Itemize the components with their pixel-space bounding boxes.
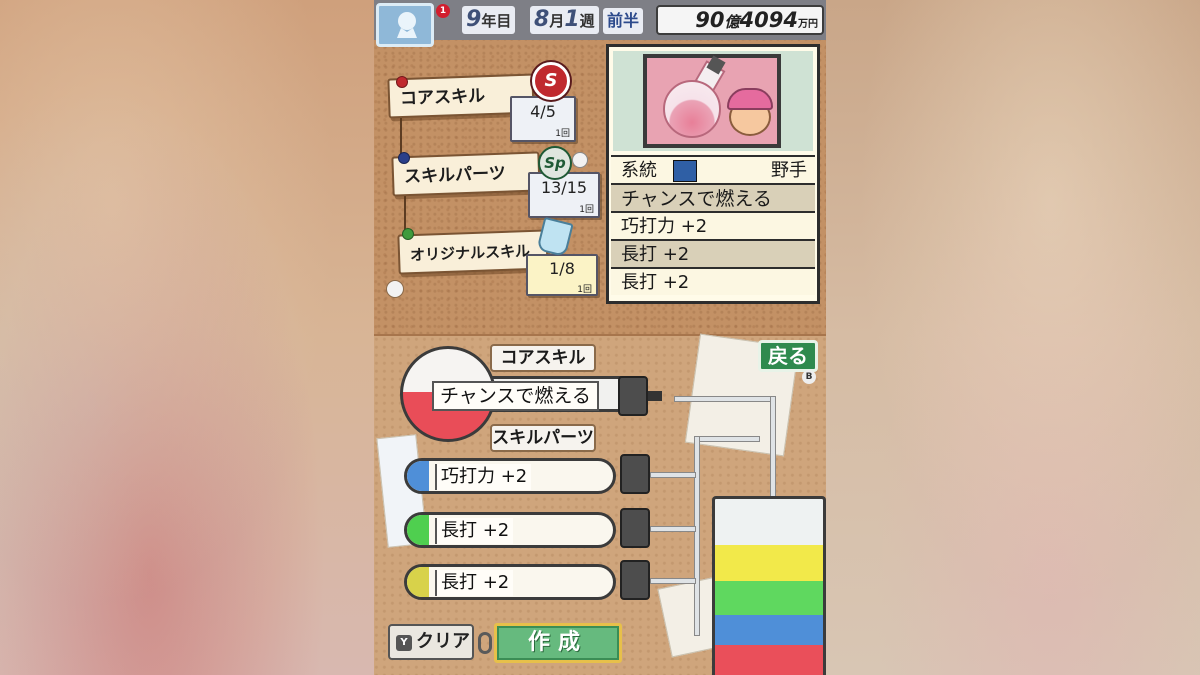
skill-detail-panel: 系統 野手 チャンスで燃える 巧打力 +2 長打 +2 長打 +2	[606, 44, 820, 304]
skill-illustration-frame	[613, 51, 813, 151]
pipe	[650, 578, 696, 584]
core-skill-section-label: コアスキル	[490, 344, 596, 372]
pipe	[674, 396, 774, 402]
blurred-background-left	[0, 0, 374, 675]
detail-row-part-3: 長打 +2	[611, 267, 815, 295]
detail-row-part-2: 長打 +2	[611, 239, 815, 267]
detail-row-part-1: 巧打力 +2	[611, 211, 815, 239]
pipe	[770, 396, 776, 502]
mixing-beaker	[712, 496, 826, 675]
money-display: 90 億 4094 万円	[656, 5, 824, 35]
potion-flask-icon	[663, 80, 721, 138]
beaker-layer-red	[715, 645, 823, 675]
sp-badge-icon: Sp	[538, 146, 572, 180]
back-button[interactable]: 戻る	[758, 340, 818, 372]
ghost-player-icon	[397, 12, 417, 38]
b-key-badge: B	[802, 370, 816, 384]
clear-button[interactable]: Y クリア	[388, 624, 474, 660]
skill-illustration	[643, 54, 781, 148]
month-week-display: 8月1週	[530, 6, 599, 34]
blurred-background-right	[826, 0, 1200, 675]
pipe	[694, 436, 760, 442]
baseball-icon	[386, 280, 404, 298]
tube-fill	[407, 515, 429, 545]
lineage-row: 系統 野手	[611, 155, 815, 183]
blue-pin-icon	[398, 152, 410, 164]
plug-tip	[648, 391, 662, 401]
y-key-badge: Y	[396, 635, 412, 651]
s-cap-icon: S	[532, 62, 570, 100]
skill-part-tube-1[interactable]: 巧打力 +2	[404, 458, 616, 494]
red-pin-icon	[396, 76, 408, 88]
skill-part-tube-3[interactable]: 長打 +2	[404, 564, 616, 600]
game-screen: 1 9 年目 8月1週 前半 90 億 4094 万円 コアスキル 4/5 1回 S ス…	[374, 0, 826, 675]
original-count-card: 1/8 1回	[526, 254, 598, 296]
beaker-layer-green	[715, 581, 823, 615]
pink-cap-icon	[727, 88, 773, 110]
skill-note-parts[interactable]: スキルパーツ	[391, 151, 541, 197]
skill-part-tube-2[interactable]: 長打 +2	[404, 512, 616, 548]
year-display: 9 年目	[462, 6, 516, 34]
alert-badge: 1	[436, 4, 450, 18]
beaker-layer-yellow	[715, 545, 823, 581]
top-screen: 1 9 年目 8月1週 前半 90 億 4094 万円 コアスキル 4/5 1回 S ス…	[374, 0, 826, 336]
green-pin-icon	[402, 228, 414, 240]
bottom-screen: 戻る B コアスキル チャンスで燃える スキルパーツ 巧打力 +2 長打 +2	[374, 333, 826, 675]
core-count-card: 4/5 1回	[510, 96, 576, 142]
half-indicator: 前半	[603, 8, 644, 34]
tube-fill	[407, 567, 429, 597]
tube-plug-icon	[620, 508, 650, 548]
pipe	[650, 472, 696, 478]
player-portrait[interactable]	[376, 3, 434, 47]
tube-plug-icon	[620, 560, 650, 600]
pipe	[694, 436, 700, 636]
chain-link-icon	[478, 632, 492, 654]
beaker-layer-blue	[715, 615, 823, 645]
batter-lineage-icon	[673, 160, 697, 182]
skill-parts-section-label: スキルパーツ	[490, 424, 596, 452]
tube-fill	[407, 461, 429, 491]
flask-plug-icon	[618, 376, 648, 416]
parts-count-card: 13/15 1回	[528, 172, 600, 218]
core-skill-slot[interactable]: チャンスで燃える	[432, 381, 599, 411]
tube-plug-icon	[620, 454, 650, 494]
pipe	[650, 526, 696, 532]
baseball-icon	[572, 152, 588, 168]
detail-row-core: チャンスで燃える	[611, 183, 815, 211]
create-button[interactable]: 作成	[494, 623, 622, 663]
